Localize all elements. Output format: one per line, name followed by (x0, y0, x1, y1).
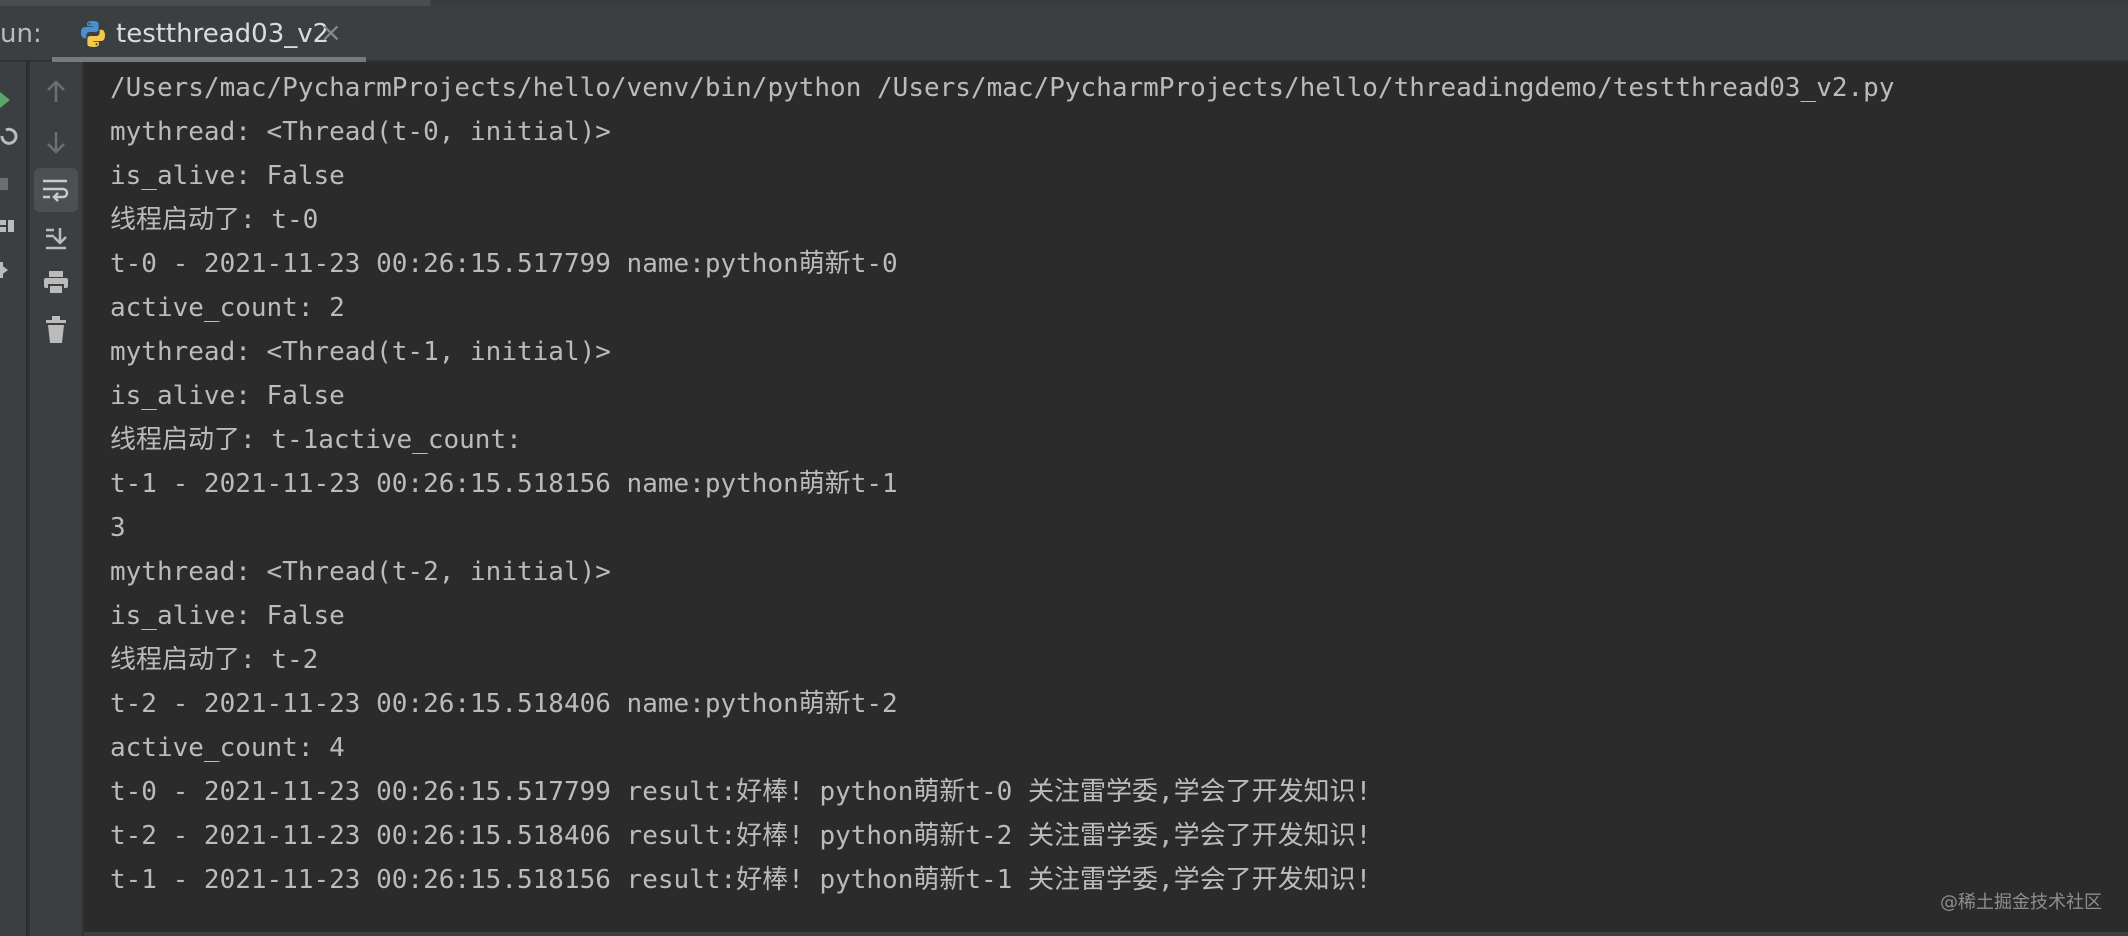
console-lines: /Users/mac/PycharmProjects/hello/venv/bi… (110, 66, 1894, 902)
tab-title: testthread03_v2 (116, 19, 330, 49)
python-icon (78, 19, 108, 49)
console-line: 线程启动了: t-0 (110, 205, 319, 235)
console-line: is_alive: False (110, 601, 345, 631)
layout-icon[interactable] (0, 214, 20, 238)
console-line: t-2 - 2021-11-23 00:26:15.518406 name:py… (110, 689, 898, 719)
console-line: 线程启动了: t-1active_count: (110, 425, 522, 455)
pin-icon[interactable] (0, 258, 20, 282)
console-line: is_alive: False (110, 161, 345, 191)
run-tool-window: un: testthread03_v2 × /Users/mac/Pycharm… (0, 0, 2128, 936)
tab-testthread03-v2[interactable]: testthread03_v2 × (52, 6, 366, 62)
console-line: t-0 - 2021-11-23 00:26:15.517799 result:… (110, 777, 1372, 807)
console-line: /Users/mac/PycharmProjects/hello/venv/bi… (110, 73, 1895, 103)
console-line: t-1 - 2021-11-23 00:26:15.518156 result:… (110, 865, 1372, 895)
console-line: mythread: <Thread(t-0, initial)> (110, 117, 611, 147)
console-output[interactable]: /Users/mac/PycharmProjects/hello/venv/bi… (84, 62, 2128, 936)
console-line: active_count: 2 (110, 293, 345, 323)
console-line: t-1 - 2021-11-23 00:26:15.518156 name:py… (110, 469, 898, 499)
down-arrow-icon[interactable] (34, 120, 78, 164)
print-icon[interactable] (34, 260, 78, 304)
console-line: mythread: <Thread(t-2, initial)> (110, 557, 611, 587)
console-line: mythread: <Thread(t-1, initial)> (110, 337, 611, 367)
rerun-failed-icon[interactable] (0, 124, 20, 148)
trash-icon[interactable] (34, 308, 78, 352)
console-line: active_count: 4 (110, 733, 345, 763)
console-line: t-0 - 2021-11-23 00:26:15.517799 name:py… (110, 249, 898, 279)
left-action-bar (0, 62, 26, 936)
run-tab-bar: un: testthread03_v2 × (0, 6, 2128, 62)
bottom-border (84, 932, 2128, 936)
watermark: @稀土掘金技术社区 (1940, 892, 2102, 913)
console-line: is_alive: False (110, 381, 345, 411)
console-toolbar (30, 62, 84, 936)
soft-wrap-icon[interactable] (34, 168, 78, 212)
run-label: un: (0, 19, 42, 49)
console-line: t-2 - 2021-11-23 00:26:15.518406 result:… (110, 821, 1372, 851)
scroll-to-end-icon[interactable] (34, 216, 78, 260)
console-line: 线程启动了: t-2 (110, 645, 319, 675)
close-icon[interactable]: × (320, 18, 342, 48)
rerun-icon[interactable] (0, 88, 20, 112)
stop-icon[interactable] (0, 172, 20, 196)
console-line: 3 (110, 513, 126, 543)
up-arrow-icon[interactable] (34, 70, 78, 114)
